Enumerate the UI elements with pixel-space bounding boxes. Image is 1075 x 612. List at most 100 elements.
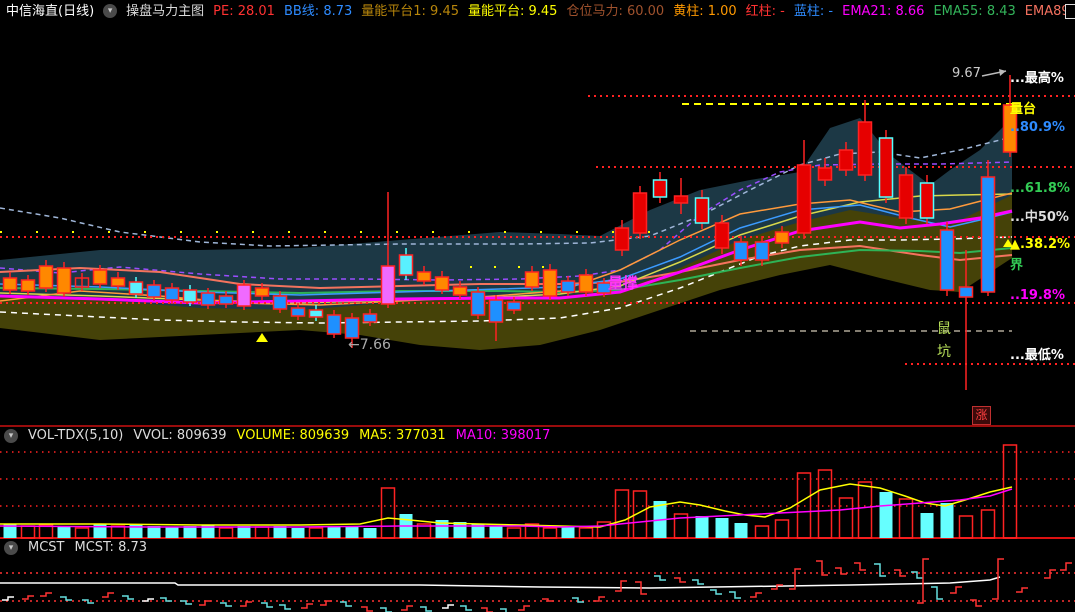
mcst-tick bbox=[481, 607, 493, 612]
candle-body bbox=[182, 289, 198, 303]
instrument-title: 中信海直(日线) bbox=[6, 3, 95, 19]
volume-bar-up bbox=[506, 527, 522, 539]
pit-annotation-char2: 坑 bbox=[937, 344, 951, 360]
volume-bar-up bbox=[254, 526, 270, 539]
candle-body bbox=[20, 279, 36, 292]
chevron-down-circle-icon[interactable]: ▾ bbox=[4, 428, 18, 443]
mcst-tick bbox=[674, 577, 686, 583]
indicator-item: 量能平台1: 9.45 bbox=[361, 3, 459, 19]
volume-bar-up bbox=[218, 527, 234, 539]
mcst-tick bbox=[710, 589, 722, 595]
fib-level-label: ...61.8% bbox=[1010, 181, 1070, 196]
volume-bar-up bbox=[20, 525, 36, 539]
volume-bar-up bbox=[754, 525, 770, 539]
mcst-indicator-item: MCST bbox=[28, 540, 65, 555]
candle-body bbox=[344, 317, 360, 339]
fib-level-label: ...最低% bbox=[1010, 348, 1064, 363]
mcst-tick bbox=[835, 567, 847, 575]
volume-indicator-item: MA5: 377031 bbox=[359, 428, 446, 443]
volume-bar-up bbox=[380, 487, 396, 539]
candle-body bbox=[38, 265, 54, 289]
candle-body bbox=[110, 277, 126, 287]
volume-bar-down bbox=[734, 523, 748, 538]
indicator-item: 量能平台: 9.45 bbox=[468, 3, 558, 19]
chevron-down-circle-icon[interactable]: ▾ bbox=[4, 540, 18, 555]
mcst-tick bbox=[361, 606, 373, 612]
candle-body bbox=[774, 231, 790, 244]
mcst-tick bbox=[874, 563, 886, 577]
mcst-tick bbox=[60, 596, 72, 601]
candle-body bbox=[290, 307, 306, 317]
mcst-tick bbox=[380, 607, 392, 612]
mcst-tick bbox=[279, 604, 291, 610]
mcst-tick bbox=[2, 596, 14, 601]
mcst-pane-header: ▾ MCST MCST: 8.73 bbox=[0, 540, 147, 555]
volume-bar-up bbox=[857, 481, 873, 539]
mcst-tick bbox=[572, 597, 584, 603]
candle-body bbox=[236, 284, 252, 307]
candle-body bbox=[488, 299, 504, 323]
mcst-tick bbox=[401, 605, 413, 611]
mcst-tick bbox=[750, 592, 762, 598]
candle-body bbox=[272, 295, 288, 310]
mcst-tick bbox=[301, 603, 313, 609]
mcst-tick bbox=[142, 598, 154, 602]
mcst-tick bbox=[240, 601, 252, 607]
volume-bar-up bbox=[110, 525, 126, 539]
fib-level-label: ▲.38.2% bbox=[1010, 237, 1071, 252]
candle-body bbox=[578, 274, 594, 293]
candle-body bbox=[92, 269, 108, 285]
candle-body bbox=[200, 292, 216, 306]
mcst-tick bbox=[1060, 562, 1072, 571]
mcst-tick bbox=[970, 599, 982, 607]
volume-bar-up bbox=[578, 527, 594, 539]
volume-bar-up bbox=[980, 509, 996, 539]
volume-bar-down bbox=[879, 492, 893, 538]
mcst-tick bbox=[654, 575, 666, 581]
fib-level-label: 界 bbox=[1010, 258, 1024, 273]
candle-body bbox=[714, 222, 730, 249]
candle-body bbox=[652, 179, 668, 198]
volume-bar-down bbox=[453, 522, 467, 538]
volume-bar-down bbox=[345, 527, 359, 538]
fib-level-label: ..19.8% bbox=[1010, 288, 1065, 303]
indicator-values: PE: 28.01 BB线: 8.73 量能平台1: 9.45 量能平台: 9.45 仓… bbox=[213, 4, 1075, 19]
mcst-tick bbox=[199, 600, 211, 606]
volume-indicator-item: VOLUME: 809639 bbox=[236, 428, 350, 443]
indicator-item: PE: 28.01 bbox=[213, 3, 275, 19]
volume-bar-up bbox=[542, 527, 558, 539]
volume-bar-down bbox=[147, 526, 161, 538]
volume-bar-down bbox=[327, 526, 341, 538]
indicator-item: 蓝柱: - bbox=[793, 3, 834, 19]
volume-bar-down bbox=[695, 516, 709, 538]
volume-bar-down bbox=[561, 526, 575, 538]
candle-body bbox=[958, 286, 974, 298]
support-annotation: 量撑 bbox=[608, 274, 639, 292]
volume-bar-up bbox=[614, 489, 630, 539]
main-indicator-title: 操盘马力主图 bbox=[126, 3, 205, 19]
mcst-tick bbox=[160, 597, 172, 602]
volume-bar-down bbox=[363, 528, 377, 538]
candle-body bbox=[254, 287, 270, 297]
candle-body bbox=[560, 280, 576, 293]
chevron-down-circle-icon[interactable]: ▾ bbox=[103, 4, 118, 18]
mcst-tick bbox=[22, 595, 34, 600]
candle-body bbox=[416, 271, 432, 282]
mcst-tick bbox=[460, 605, 472, 611]
mcst-indicator-item: MCST: 8.73 bbox=[74, 540, 148, 555]
fib-level-label: ...中50% bbox=[1010, 210, 1069, 225]
candle-body bbox=[632, 192, 648, 234]
candle-body bbox=[614, 227, 630, 251]
candle-body bbox=[754, 241, 770, 261]
volume-bar-down bbox=[165, 527, 179, 538]
mcst-tick bbox=[122, 595, 134, 600]
mcst-tick bbox=[518, 605, 530, 611]
mcst-tick bbox=[102, 592, 114, 598]
volume-bar-down bbox=[920, 513, 934, 538]
charts-canvas[interactable] bbox=[0, 0, 1075, 612]
mcst-tick bbox=[320, 600, 332, 606]
mcst-tick bbox=[729, 591, 741, 599]
volume-indicator-item: VVOL: 809639 bbox=[133, 428, 227, 443]
mcst-tick bbox=[1044, 569, 1056, 579]
indicator-item: EMA55: 8.43 bbox=[933, 3, 1016, 19]
